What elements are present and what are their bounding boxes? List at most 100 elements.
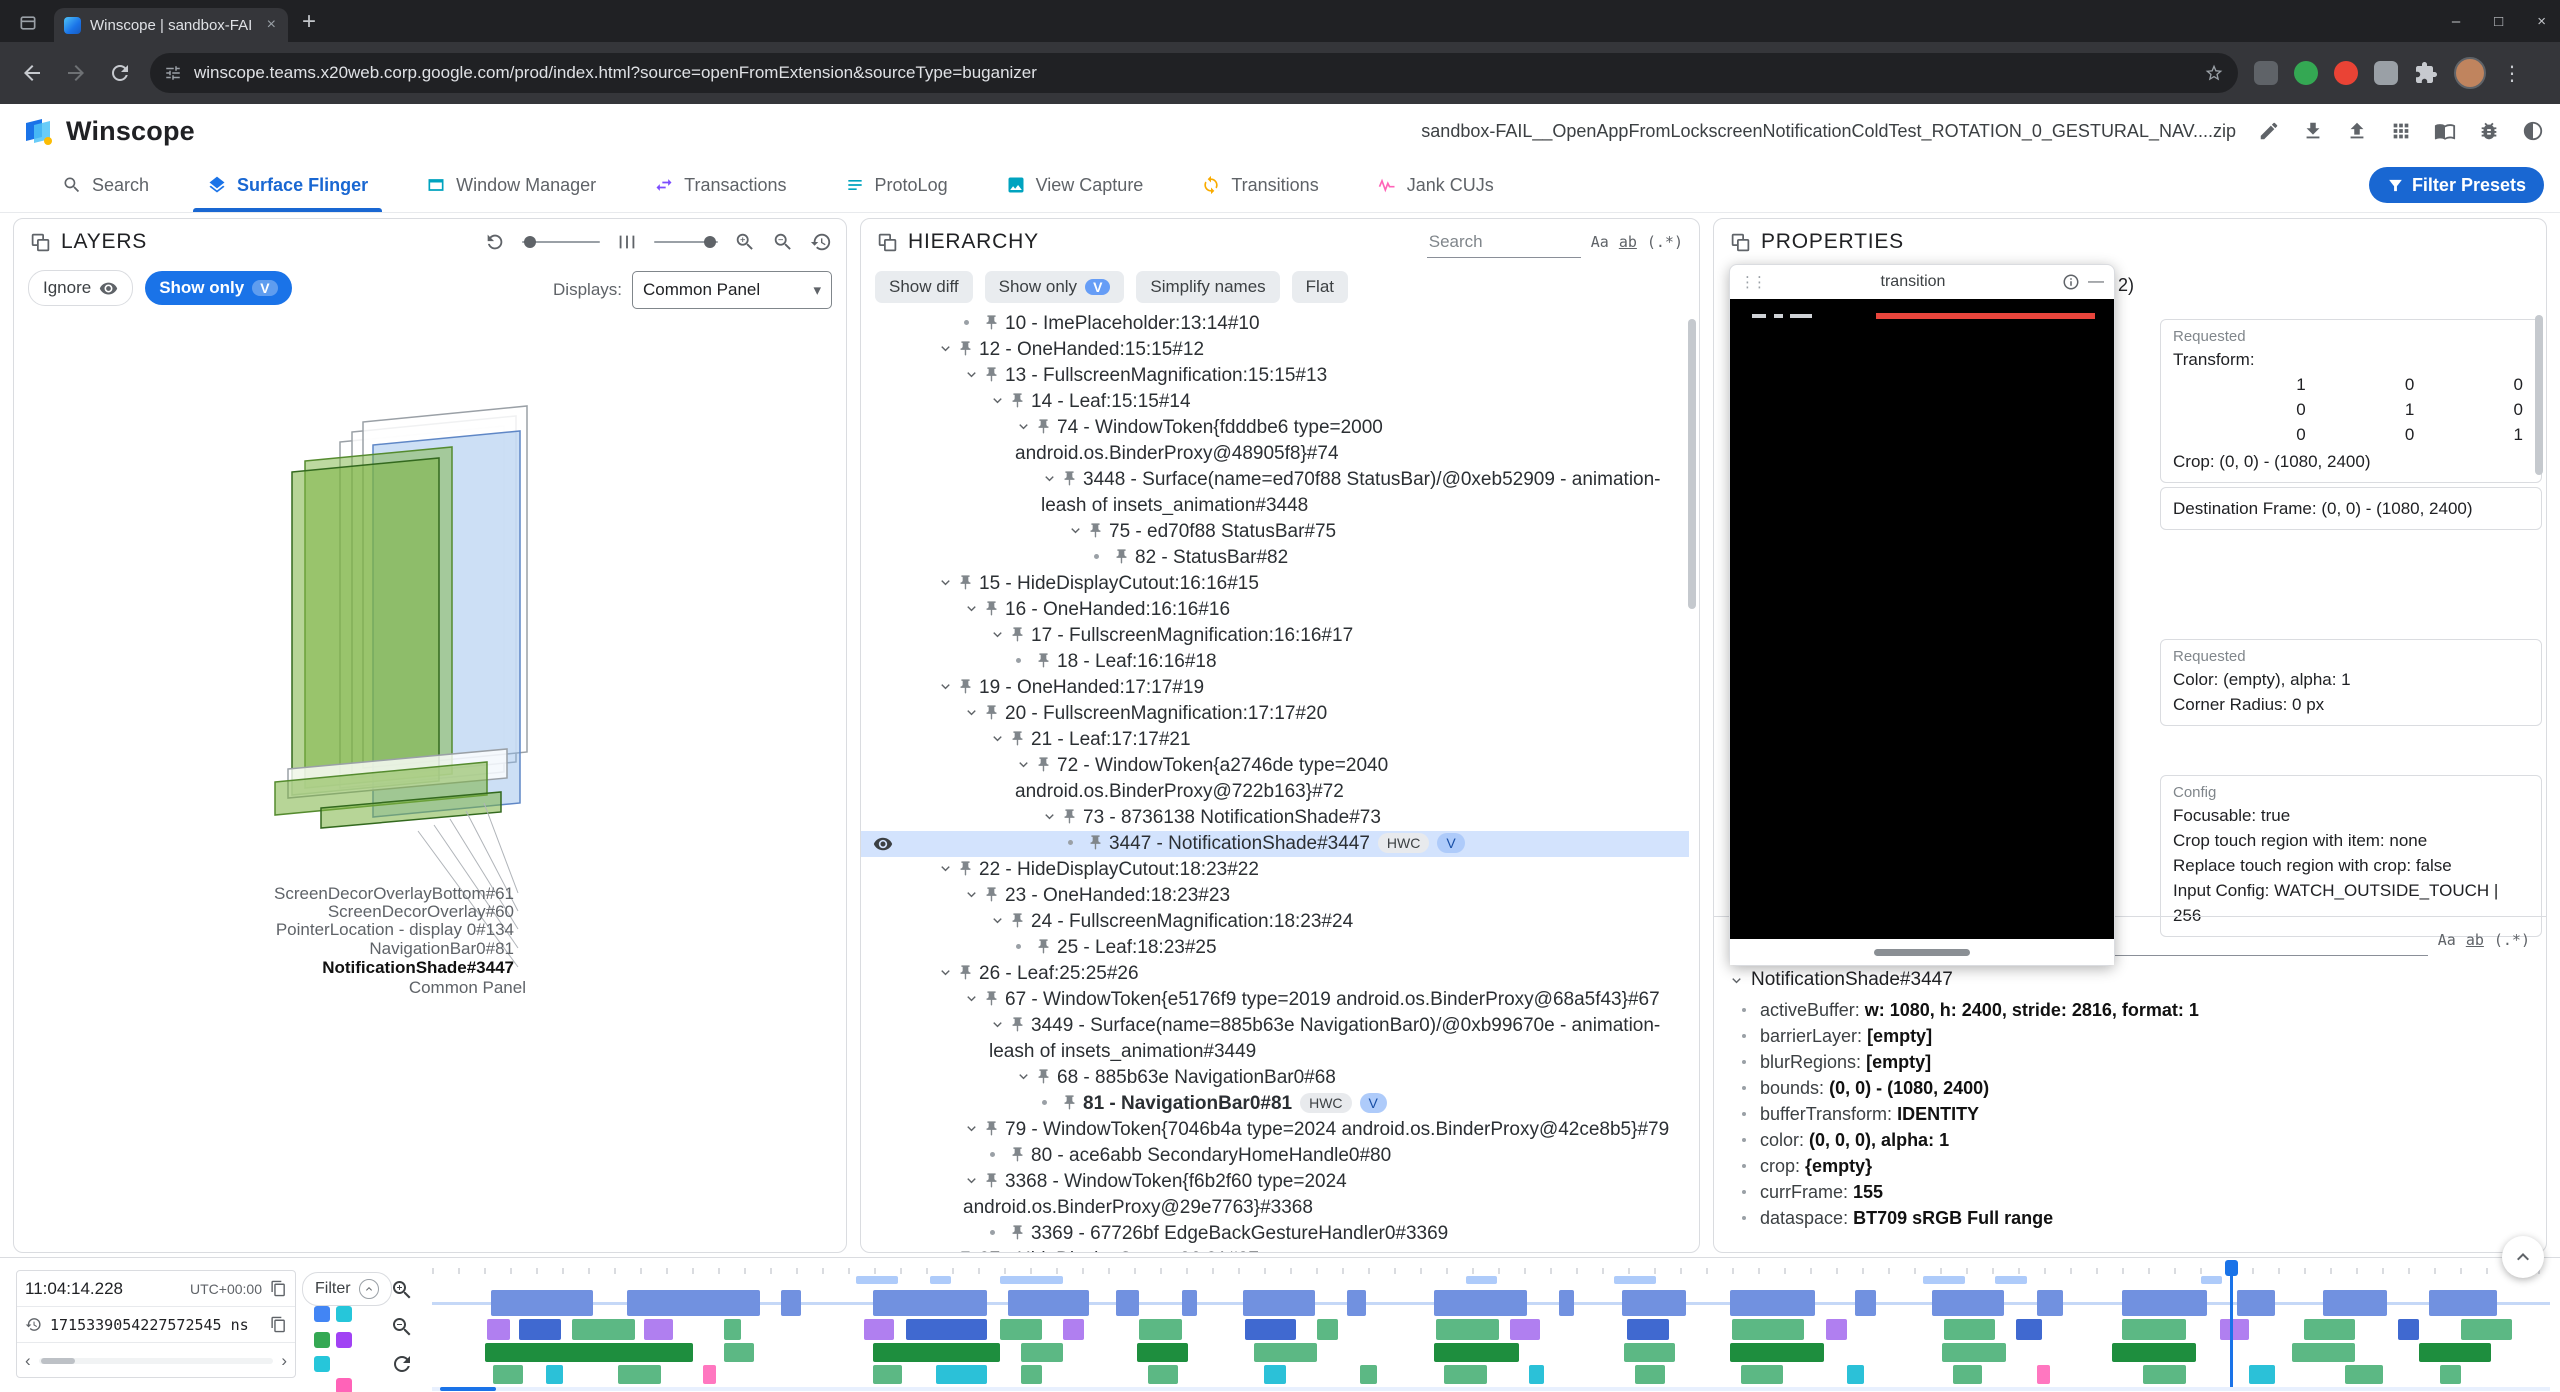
browser-menu-icon[interactable]: ⋮ bbox=[2502, 61, 2522, 86]
trace-entry-segment[interactable] bbox=[1254, 1343, 1318, 1362]
regex-icon[interactable]: (.*) bbox=[2494, 931, 2530, 949]
expand-arrow-icon[interactable] bbox=[963, 886, 980, 903]
trace-entry-segment[interactable] bbox=[2037, 1290, 2062, 1316]
expand-arrow-icon[interactable] bbox=[963, 990, 980, 1007]
pin-icon[interactable] bbox=[1061, 1094, 1078, 1111]
trace-entry-segment[interactable] bbox=[1944, 1319, 1995, 1340]
hierarchy-node[interactable]: 3447 - NotificationShade#3447HWCV bbox=[861, 831, 1689, 857]
expand-arrow-icon[interactable] bbox=[963, 1172, 980, 1189]
expand-arrow-icon[interactable] bbox=[963, 366, 980, 383]
trace-type-icon[interactable] bbox=[314, 1306, 330, 1322]
property-row[interactable]: currFrame: 155 bbox=[1714, 1179, 2546, 1205]
panel-icon[interactable] bbox=[30, 232, 51, 253]
expand-arrow-icon[interactable] bbox=[1728, 972, 1745, 989]
pin-icon[interactable] bbox=[1009, 730, 1026, 747]
pin-icon[interactable] bbox=[1061, 470, 1078, 487]
trace-entry-segment[interactable] bbox=[485, 1343, 693, 1362]
reload-icon[interactable] bbox=[108, 61, 132, 85]
nanoseconds-value[interactable]: 1715339054227572545 ns bbox=[50, 1316, 262, 1334]
expand-arrow-icon[interactable] bbox=[937, 964, 954, 981]
pin-icon[interactable] bbox=[957, 860, 974, 877]
trace-entry-segment[interactable] bbox=[781, 1290, 800, 1316]
trace-entry-segment[interactable] bbox=[1529, 1365, 1544, 1384]
whole-word-icon[interactable]: ab bbox=[2466, 931, 2484, 949]
reset-zoom-icon[interactable] bbox=[390, 1352, 414, 1376]
hierarchy-node[interactable]: 14 - Leaf:15:15#14 bbox=[861, 389, 1689, 415]
property-row[interactable]: crop: {empty} bbox=[1714, 1153, 2546, 1179]
trace-entry-segment[interactable] bbox=[487, 1319, 510, 1340]
trace-entry-segment[interactable] bbox=[1559, 1290, 1574, 1316]
visibility-eye-icon[interactable] bbox=[873, 834, 893, 854]
pin-icon[interactable] bbox=[957, 1250, 974, 1252]
visible-chip[interactable]: V bbox=[1437, 833, 1464, 853]
trace-entry-segment[interactable] bbox=[1116, 1290, 1139, 1316]
zoom-in-icon[interactable] bbox=[734, 231, 756, 253]
pin-icon[interactable] bbox=[983, 886, 1000, 903]
trace-entry-segment[interactable] bbox=[1137, 1343, 1188, 1362]
pin-icon[interactable] bbox=[1035, 756, 1052, 773]
drag-handle-icon[interactable]: ⋮⋮ bbox=[1740, 273, 1764, 291]
match-case-icon[interactable]: Aa bbox=[2438, 931, 2456, 949]
spacing-slider[interactable] bbox=[654, 241, 718, 243]
dark-mode-icon[interactable] bbox=[2522, 120, 2544, 142]
hierarchy-node[interactable]: 21 - Leaf:17:17#21 bbox=[861, 727, 1689, 753]
pin-icon[interactable] bbox=[1035, 1068, 1052, 1085]
hierarchy-node[interactable]: 12 - OneHanded:15:15#12 bbox=[861, 337, 1689, 363]
hierarchy-node[interactable]: 24 - FullscreenMagnification:18:23#24 bbox=[861, 909, 1689, 935]
trace-entry-segment[interactable] bbox=[1245, 1319, 1296, 1340]
profile-avatar[interactable] bbox=[2454, 57, 2486, 89]
hierarchy-node[interactable]: 72 - WindowToken{a2746de type=2040 andro… bbox=[861, 753, 1689, 805]
trace-entry-segment[interactable] bbox=[1741, 1365, 1783, 1384]
bug-report-icon[interactable] bbox=[2478, 120, 2500, 142]
trace-type-icon[interactable] bbox=[336, 1378, 352, 1392]
trace-entry-segment[interactable] bbox=[873, 1343, 1000, 1362]
pin-icon[interactable] bbox=[1009, 1224, 1026, 1241]
pin-icon[interactable] bbox=[983, 1172, 1000, 1189]
property-row[interactable]: bounds: (0, 0) - (1080, 2400) bbox=[1714, 1075, 2546, 1101]
trace-entry-segment[interactable] bbox=[1942, 1343, 2006, 1362]
pin-icon[interactable] bbox=[983, 314, 1000, 331]
trace-entry-segment[interactable] bbox=[2461, 1319, 2512, 1340]
expand-arrow-icon[interactable] bbox=[1041, 808, 1058, 825]
pin-icon[interactable] bbox=[1009, 1016, 1026, 1033]
url-bar[interactable]: winscope.teams.x20web.corp.google.com/pr… bbox=[150, 53, 2238, 93]
trace-entry-segment[interactable] bbox=[2304, 1319, 2355, 1340]
trace-entry-segment[interactable] bbox=[2037, 1365, 2050, 1384]
trace-entry-segment[interactable] bbox=[1730, 1343, 1823, 1362]
filter-presets-button[interactable]: Filter Presets bbox=[2369, 167, 2544, 203]
pin-icon[interactable] bbox=[983, 600, 1000, 617]
pin-icon[interactable] bbox=[1009, 392, 1026, 409]
hierarchy-node[interactable]: 3369 - 67726bf EdgeBackGestureHandler0#3… bbox=[861, 1221, 1689, 1247]
hierarchy-node[interactable]: 82 - StatusBar#82 bbox=[861, 545, 1689, 571]
hierarchy-node[interactable]: 16 - OneHanded:16:16#16 bbox=[861, 597, 1689, 623]
trace-entry-segment[interactable] bbox=[2429, 1290, 2497, 1316]
property-row[interactable]: color: (0, 0, 0), alpha: 1 bbox=[1714, 1127, 2546, 1153]
window-minimize-icon[interactable]: – bbox=[2452, 13, 2460, 30]
hierarchy-node[interactable]: 25 - Leaf:18:23#25 bbox=[861, 935, 1689, 961]
hierarchy-search-input[interactable] bbox=[1427, 227, 1581, 258]
simplify-names-button[interactable]: Simplify names bbox=[1136, 271, 1279, 303]
hwc-chip[interactable]: HWC bbox=[1300, 1093, 1351, 1113]
trace-entry-segment[interactable] bbox=[1627, 1319, 1669, 1340]
layer-label[interactable]: ScreenDecorOverlayBottom#61 bbox=[274, 884, 514, 903]
extension-icon[interactable] bbox=[2294, 61, 2318, 85]
hierarchy-node[interactable]: 79 - WindowToken{7046b4a type=2024 andro… bbox=[861, 1117, 1689, 1143]
rotate-3d-icon[interactable] bbox=[484, 231, 506, 253]
spacing-icon[interactable] bbox=[616, 231, 638, 253]
trace-entry-segment[interactable] bbox=[2249, 1365, 2274, 1384]
pin-icon[interactable] bbox=[1009, 1146, 1026, 1163]
expand-arrow-icon[interactable] bbox=[937, 574, 954, 591]
trace-entry-segment[interactable] bbox=[2440, 1365, 2461, 1384]
hierarchy-node[interactable]: 27 - HideDisplayCutout:26:31#27 bbox=[861, 1247, 1689, 1252]
property-row[interactable]: dataspace: BT709 sRGB Full range bbox=[1714, 1205, 2546, 1231]
flat-button[interactable]: Flat bbox=[1292, 271, 1348, 303]
copy-icon[interactable] bbox=[270, 1280, 287, 1297]
trace-entry-segment[interactable] bbox=[618, 1365, 660, 1384]
hierarchy-scrollbar[interactable] bbox=[1688, 319, 1696, 609]
trace-entry-segment[interactable] bbox=[572, 1319, 636, 1340]
pin-icon[interactable] bbox=[983, 1120, 1000, 1137]
expand-timeline-button[interactable] bbox=[2502, 1236, 2544, 1278]
displays-select[interactable]: Common Panel ▾ bbox=[632, 271, 832, 309]
hierarchy-node[interactable]: 10 - ImePlaceholder:13:14#10 bbox=[861, 311, 1689, 337]
timeline-cursor[interactable] bbox=[2230, 1260, 2233, 1387]
